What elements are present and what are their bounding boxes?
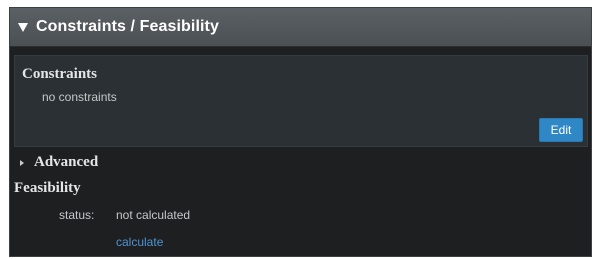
panel-header[interactable]: Constraints / Feasibility [10, 8, 591, 47]
constraints-section: Constraints no constraints Edit [14, 55, 588, 147]
feasibility-heading: Feasibility [14, 180, 81, 196]
caret-down-icon [18, 23, 28, 32]
no-constraints-text: no constraints [42, 90, 117, 104]
edit-button[interactable]: Edit [539, 118, 583, 142]
constraints-heading: Constraints [22, 66, 98, 82]
caret-right-icon [20, 159, 24, 166]
advanced-label: Advanced [34, 154, 99, 170]
calculate-link[interactable]: calculate [116, 235, 163, 249]
constraints-feasibility-panel: Constraints / Feasibility Constraints no… [9, 7, 592, 257]
panel-title: Constraints / Feasibility [36, 18, 219, 35]
advanced-toggle[interactable]: Advanced [20, 154, 98, 171]
status-value: not calculated [116, 208, 191, 222]
status-label: status: [59, 208, 95, 222]
